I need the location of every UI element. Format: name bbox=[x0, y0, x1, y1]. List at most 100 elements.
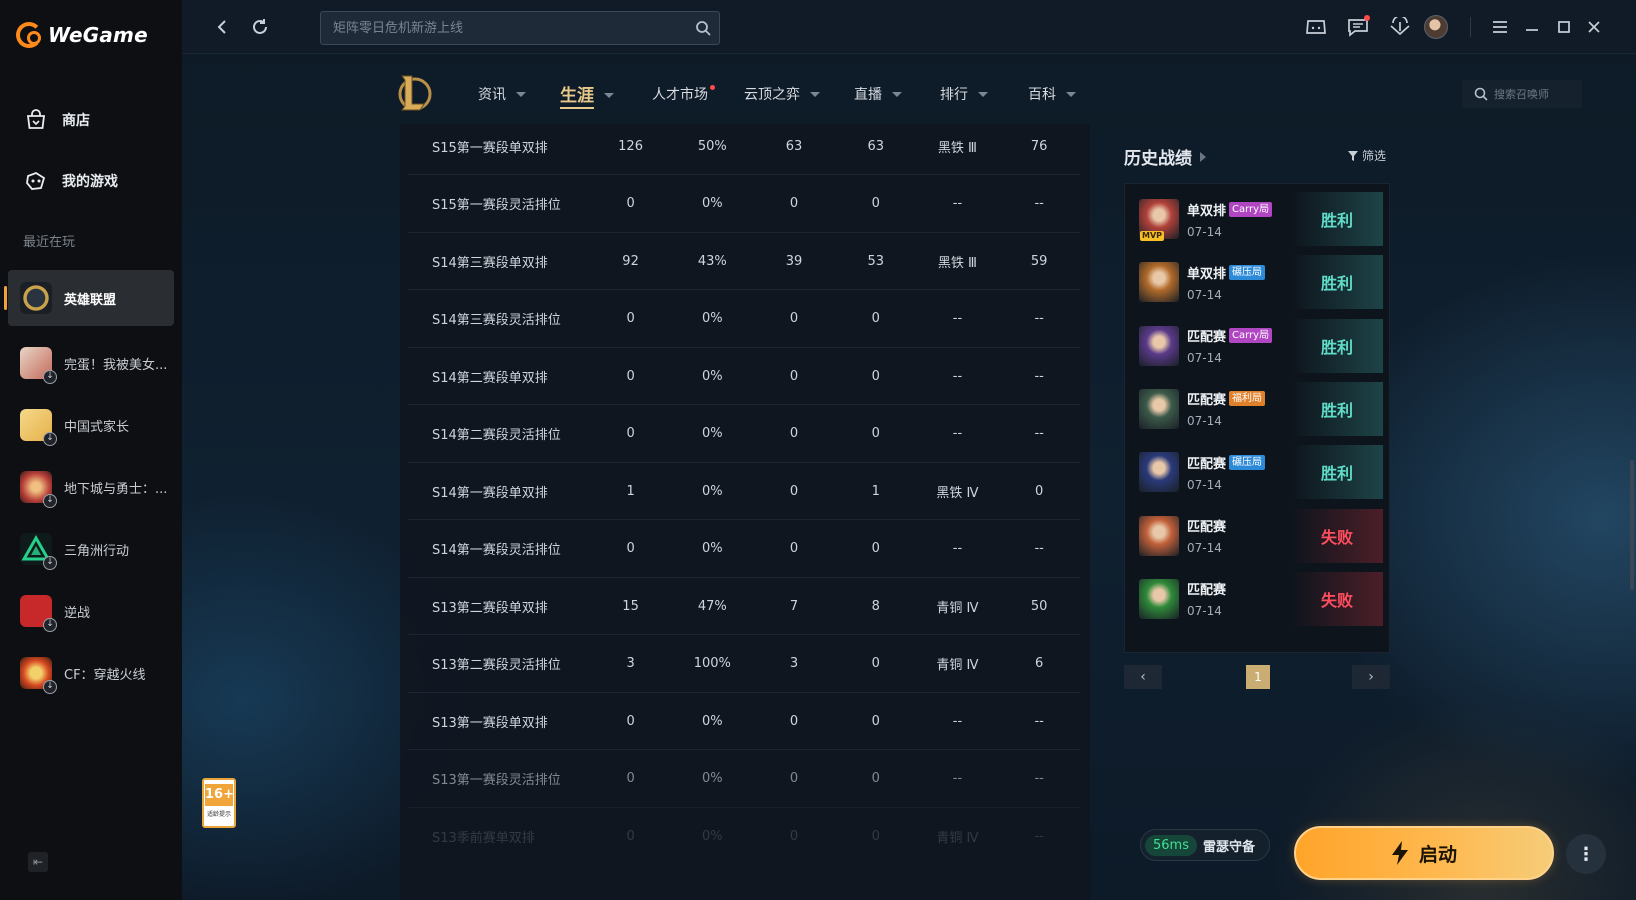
match-date: 07-14 bbox=[1187, 414, 1222, 429]
chevron-down-icon bbox=[604, 92, 614, 98]
match-item[interactable]: 匹配赛 07-14 失败 bbox=[1131, 505, 1383, 567]
table-cell: 0 bbox=[789, 541, 799, 556]
chevron-left-icon bbox=[217, 20, 226, 34]
back-button[interactable] bbox=[210, 15, 234, 39]
lol-nav: 资讯 生涯 人才市场 云顶之弈 直播 排行 百科 搜索召唤师 bbox=[394, 72, 1594, 122]
match-item[interactable]: MVP 单双排 Carry局 07-14 胜利 bbox=[1131, 188, 1383, 250]
table-row: S13第二赛段灵活排位 3 100% 3 0 青铜 Ⅳ 6 bbox=[408, 636, 1080, 693]
maximize-icon bbox=[1558, 21, 1570, 33]
collapse-sidebar-button[interactable]: ⇤ bbox=[28, 852, 48, 872]
global-search[interactable] bbox=[320, 11, 720, 45]
notification-dot bbox=[710, 84, 715, 90]
tab-ranking[interactable]: 排行 bbox=[940, 84, 988, 104]
age-rating-badge[interactable]: 16+ 适龄提示 bbox=[202, 778, 236, 828]
tab-talent-market[interactable]: 人才市场 bbox=[652, 84, 719, 104]
game-item[interactable]: ↓ 逆战 bbox=[8, 580, 174, 642]
close-button[interactable] bbox=[1582, 15, 1606, 39]
user-avatar[interactable] bbox=[1424, 15, 1448, 39]
table-cell: -- bbox=[1034, 541, 1044, 556]
match-mode-label: 匹配赛 bbox=[1187, 583, 1227, 599]
tab-wiki[interactable]: 百科 bbox=[1028, 84, 1076, 104]
table-cell: 0 bbox=[789, 311, 799, 326]
game-item[interactable]: ↓ 地下城与勇士：... bbox=[8, 456, 174, 518]
age-rating-value: 16+ bbox=[205, 784, 234, 806]
table-cell: 92 bbox=[622, 253, 639, 269]
season-name-cell: S13第一赛段灵活排位 bbox=[432, 773, 561, 788]
search-icon[interactable] bbox=[695, 20, 711, 40]
table-cell: 0 bbox=[1035, 483, 1044, 499]
table-cell: 0 bbox=[871, 541, 880, 556]
more-options-button[interactable]: ⋮ bbox=[1566, 834, 1606, 874]
match-mode: 匹配赛 bbox=[1187, 516, 1226, 535]
game-name: 三角洲行动 bbox=[64, 543, 130, 559]
close-icon bbox=[1588, 21, 1600, 33]
tab-label: 排行 bbox=[940, 87, 968, 103]
table-row: S14第二赛段单双排 0 0% 0 0 -- -- bbox=[408, 348, 1080, 405]
table-cell: -- bbox=[1034, 771, 1044, 786]
game-item[interactable]: ↓ 完蛋！我被美女... bbox=[8, 332, 174, 394]
launch-button[interactable]: 启动 bbox=[1294, 826, 1554, 880]
filter-button[interactable]: 筛选 bbox=[1348, 147, 1386, 164]
game-item[interactable]: ↓ 中国式家长 bbox=[8, 394, 174, 456]
next-page-button[interactable]: › bbox=[1352, 665, 1390, 689]
match-mode-label: 匹配赛 bbox=[1187, 520, 1227, 535]
nav-store[interactable]: 商店 bbox=[24, 108, 90, 132]
match-item[interactable]: 匹配赛 Carry局 07-14 胜利 bbox=[1131, 315, 1383, 377]
match-mode-label: 单双排 bbox=[1187, 266, 1227, 282]
nav-my-games[interactable]: 我的游戏 bbox=[24, 169, 118, 193]
match-item[interactable]: 单双排 碾压局 07-14 胜利 bbox=[1131, 251, 1383, 313]
prev-page-button[interactable]: ‹ bbox=[1124, 665, 1162, 689]
match-tag-badge: 碾压局 bbox=[1229, 454, 1266, 470]
table-cell: -- bbox=[952, 368, 963, 384]
table-cell: 0 bbox=[871, 713, 880, 729]
table-cell: 青铜 Ⅳ bbox=[936, 600, 979, 616]
summoner-search[interactable]: 搜索召唤师 bbox=[1462, 80, 1582, 108]
minimize-button[interactable] bbox=[1520, 15, 1544, 39]
match-mode: 匹配赛 bbox=[1187, 579, 1226, 598]
tab-career[interactable]: 生涯 bbox=[560, 81, 614, 109]
scrollbar[interactable] bbox=[1630, 460, 1634, 590]
page-number[interactable]: 1 bbox=[1246, 665, 1270, 689]
refresh-icon bbox=[253, 19, 267, 34]
game-cover-icon: ↓ bbox=[20, 533, 57, 570]
table-cell: 50 bbox=[1030, 598, 1048, 614]
history-title[interactable]: 历史战绩 bbox=[1124, 144, 1206, 169]
champion-portrait-icon bbox=[1139, 388, 1179, 429]
game-item[interactable]: ↓ CF：穿越火线 bbox=[8, 642, 174, 704]
table-cell: 0% bbox=[701, 483, 723, 499]
game-item[interactable]: ↓ 三角洲行动 bbox=[8, 518, 174, 580]
table-cell: -- bbox=[952, 771, 963, 786]
season-name-cell: S13第二赛段灵活排位 bbox=[432, 658, 561, 673]
table-cell: 0 bbox=[871, 196, 880, 211]
match-item[interactable]: 匹配赛 07-14 失败 bbox=[1131, 568, 1383, 630]
table-cell: 0 bbox=[871, 426, 880, 441]
menu-button[interactable] bbox=[1488, 15, 1512, 39]
ping-value: 56ms bbox=[1145, 834, 1197, 856]
season-name-cell: S14第三赛段单双排 bbox=[432, 255, 548, 271]
server-select[interactable]: 56ms 雷瑟守备 bbox=[1140, 829, 1270, 861]
global-search-input[interactable] bbox=[321, 12, 719, 44]
messages-button[interactable] bbox=[1346, 15, 1370, 39]
lol-logo-icon[interactable] bbox=[394, 72, 432, 114]
table-row: S14第三赛段单双排 92 43% 39 53 黑铁 Ⅲ 59 bbox=[408, 233, 1080, 290]
match-item[interactable]: 匹配赛 碾压局 07-14 胜利 bbox=[1131, 441, 1383, 503]
tab-news[interactable]: 资讯 bbox=[478, 84, 526, 104]
downloads-button[interactable] bbox=[1388, 15, 1412, 39]
game-pad-button[interactable] bbox=[1304, 15, 1328, 39]
match-tag-badge: 碾压局 bbox=[1229, 264, 1266, 280]
chevron-down-icon bbox=[516, 91, 526, 97]
tab-live[interactable]: 直播 bbox=[854, 84, 902, 104]
age-rating-sub: 适龄提示 bbox=[206, 811, 231, 818]
notification-dot bbox=[1364, 15, 1370, 21]
minimize-icon bbox=[1526, 29, 1538, 31]
refresh-button[interactable] bbox=[248, 15, 272, 39]
tab-tft[interactable]: 云顶之弈 bbox=[744, 84, 820, 104]
table-cell: 15 bbox=[622, 598, 639, 614]
season-name-cell: S14第二赛段单双排 bbox=[432, 370, 548, 386]
game-item-lol[interactable]: 英雄联盟 bbox=[4, 270, 174, 326]
match-item[interactable]: 匹配赛 福利局 07-14 胜利 bbox=[1131, 378, 1383, 440]
wegame-logo[interactable]: WeGame bbox=[16, 22, 148, 48]
maximize-button[interactable] bbox=[1552, 15, 1576, 39]
table-row: S13第一赛段灵活排位 0 0% 0 0 -- -- bbox=[408, 751, 1080, 808]
table-cell: 黑铁 Ⅳ bbox=[936, 485, 979, 501]
